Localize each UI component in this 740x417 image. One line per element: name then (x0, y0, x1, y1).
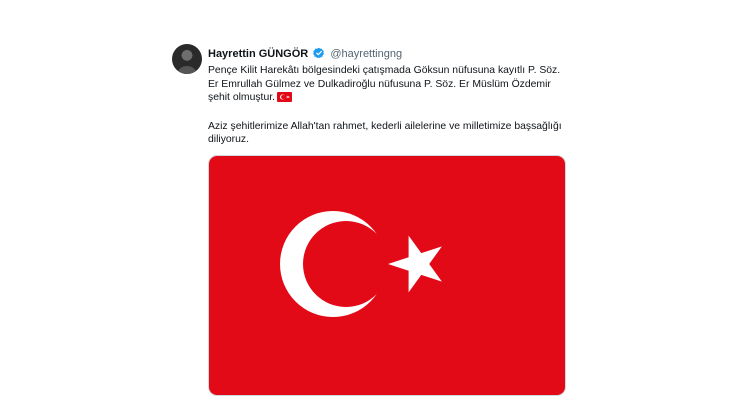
avatar[interactable] (172, 44, 202, 74)
author-handle[interactable]: @hayrettingng (330, 48, 402, 60)
tweet-media-image[interactable] (208, 155, 566, 396)
tweet-header: Hayrettin GÜNGÖR @hayrettingng (208, 47, 402, 63)
tweet-text: Pençe Kilit Harekâtı bölgesindeki çatışm… (208, 64, 563, 147)
flag-crescent-inner (303, 221, 389, 307)
verified-badge-icon (313, 47, 325, 63)
tweet-paragraph: Pençe Kilit Harekâtı bölgesindeki çatışm… (208, 64, 563, 107)
turkey-flag-icon (277, 92, 292, 107)
tweet-paragraph-text: Pençe Kilit Harekâtı bölgesindeki çatışm… (208, 65, 561, 104)
tweet-paragraph: Aziz şehitlerimize Allah'tan rahmet, ked… (208, 120, 562, 146)
author-name[interactable]: Hayrettin GÜNGÖR (208, 48, 308, 60)
turkey-flag-image (209, 156, 565, 395)
